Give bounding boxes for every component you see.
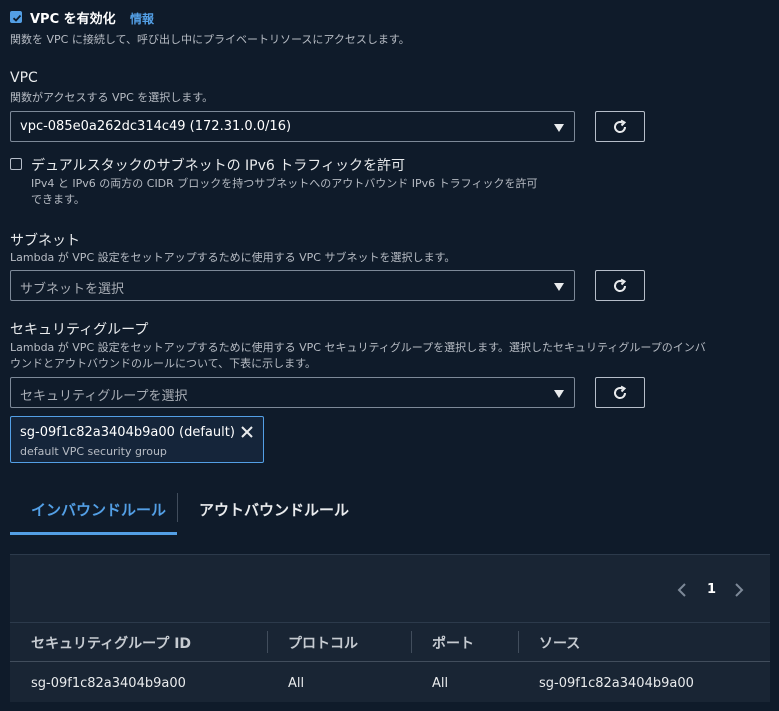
dual-stack-description-2: できます。: [31, 193, 85, 206]
security-groups-description-2: ウンドとアウトバウンドのルールについて、下表に示します。: [10, 357, 317, 370]
security-groups-label: セキュリティグループ: [10, 322, 149, 338]
active-tab-indicator: [10, 532, 177, 535]
enable-vpc-description: 関数を VPC に接続して、呼び出し中にプライベートリソースにアクセスします。: [10, 33, 410, 46]
vpc-select[interactable]: vpc-085e0a262dc314c49 (172.31.0.0/16): [10, 111, 575, 142]
vpc-description: 関数がアクセスする VPC を選択します。: [10, 91, 214, 104]
refresh-icon: [614, 278, 627, 292]
tab-divider: [177, 493, 178, 522]
vpc-selected-value: vpc-085e0a262dc314c49 (172.31.0.0/16): [20, 119, 292, 134]
subnets-refresh-button[interactable]: [595, 270, 645, 301]
table-header-border: [10, 661, 770, 662]
security-group-token: sg-09f1c82a3404b9a00 (default) default V…: [10, 416, 264, 463]
tab-inbound-rules[interactable]: インバウンドルール: [31, 499, 166, 520]
cell-security-group-id: sg-09f1c82a3404b9a00: [31, 676, 186, 691]
checkbox-checked-icon: [12, 14, 22, 22]
pagination-current-page[interactable]: 1: [707, 582, 716, 597]
security-groups-description-1: Lambda が VPC 設定をセットアップするために使用する VPC セキュリ…: [10, 341, 706, 354]
subnets-label: サブネット: [10, 233, 80, 249]
column-divider: [411, 631, 412, 653]
security-groups-select[interactable]: セキュリティグループを選択: [10, 377, 575, 408]
close-icon[interactable]: [240, 425, 254, 439]
enable-vpc-checkbox[interactable]: [10, 11, 22, 23]
caret-down-icon: [554, 283, 564, 291]
refresh-icon: [614, 119, 627, 133]
column-header-security-group-id[interactable]: セキュリティグループ ID: [31, 633, 191, 653]
refresh-icon: [614, 385, 627, 399]
chevron-right-icon[interactable]: [733, 582, 745, 598]
column-header-protocol[interactable]: プロトコル: [288, 633, 358, 653]
column-divider: [518, 631, 519, 653]
caret-down-icon: [554, 390, 564, 398]
subnets-select[interactable]: サブネットを選択: [10, 270, 575, 301]
dual-stack-checkbox[interactable]: [10, 158, 22, 170]
security-groups-refresh-button[interactable]: [595, 377, 645, 408]
column-header-port[interactable]: ポート: [432, 633, 474, 653]
info-link[interactable]: 情報: [130, 10, 154, 27]
vpc-label: VPC: [10, 70, 38, 86]
subnets-placeholder: サブネットを選択: [20, 282, 125, 297]
caret-down-icon: [554, 124, 564, 132]
dual-stack-description-1: IPv4 と IPv6 の両方の CIDR ブロックを持つサブネットへのアウトバ…: [31, 177, 538, 190]
vpc-settings-page: VPC を有効化 情報 関数を VPC に接続して、呼び出し中にプライベートリソ…: [0, 0, 779, 711]
tab-outbound-rules[interactable]: アウトバウンドルール: [199, 499, 349, 520]
vpc-refresh-button[interactable]: [595, 111, 645, 142]
rules-table-panel: 1 セキュリティグループ ID プロトコル ポート ソース sg-09f1c82…: [10, 554, 770, 702]
security-groups-placeholder: セキュリティグループを選択: [20, 389, 188, 404]
dual-stack-label[interactable]: デュアルスタックのサブネットの IPv6 トラフィックを許可: [31, 155, 405, 175]
enable-vpc-label[interactable]: VPC を有効化: [30, 8, 116, 27]
security-group-token-subtitle: default VPC security group: [20, 445, 167, 458]
column-divider: [267, 631, 268, 653]
subnets-description: Lambda が VPC 設定をセットアップするために使用する VPC サブネッ…: [10, 251, 456, 264]
cell-protocol: All: [288, 676, 305, 691]
chevron-left-icon[interactable]: [676, 582, 688, 598]
cell-port: All: [432, 676, 449, 691]
column-header-source[interactable]: ソース: [539, 633, 580, 653]
security-group-token-title: sg-09f1c82a3404b9a00 (default): [20, 425, 235, 440]
cell-source: sg-09f1c82a3404b9a00: [539, 676, 694, 691]
table-top-border: [10, 622, 770, 623]
